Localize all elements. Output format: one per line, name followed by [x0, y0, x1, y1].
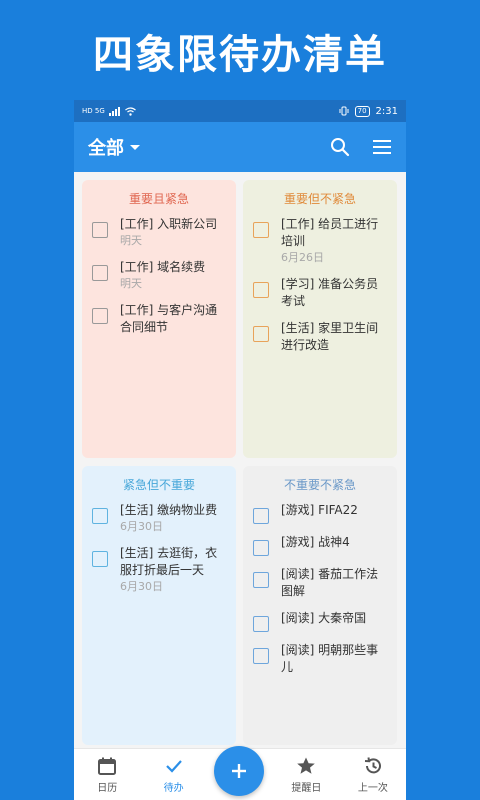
- menu-button[interactable]: [370, 135, 394, 159]
- quadrant-title: 重要但不紧急: [283, 192, 356, 206]
- task-checkbox[interactable]: [253, 326, 269, 342]
- task-checkbox[interactable]: [253, 572, 269, 588]
- nav-label: 日历: [97, 783, 118, 794]
- task-date: 6月26日: [281, 251, 324, 264]
- nav-calendar[interactable]: 日历: [74, 748, 140, 800]
- task-checkbox[interactable]: [253, 508, 269, 524]
- task-item[interactable]: [生活] 缴纳物业费 6月30日: [82, 499, 236, 538]
- task-text: [工作] 入职新公司: [120, 217, 218, 231]
- nav-todo[interactable]: 待办: [140, 748, 206, 800]
- task-checkbox[interactable]: [253, 540, 269, 556]
- filter-label: 全部: [88, 138, 124, 159]
- task-text: [工作] 与客户沟通合同细节: [120, 303, 218, 334]
- vibrate-icon: [339, 106, 349, 116]
- task-date: 6月30日: [120, 580, 163, 593]
- task-item[interactable]: [游戏] 战神4: [243, 531, 397, 559]
- quadrant-important-not-urgent: 重要但不紧急 [工作] 给员工进行培训 6月26日 [学习] 准备公务员考试 [生…: [243, 180, 397, 458]
- task-text: [游戏] FIFA22: [281, 503, 358, 517]
- calendar-icon: [98, 757, 117, 775]
- task-item[interactable]: [工作] 域名续费 明天: [82, 256, 236, 295]
- task-text: [生活] 家里卫生间进行改造: [281, 321, 379, 352]
- task-text: [游戏] 战神4: [281, 535, 350, 549]
- quadrant-urgent-not-important: 紧急但不重要 [生活] 缴纳物业费 6月30日 [生活] 去逛街，衣服打折最后一天…: [82, 466, 236, 745]
- add-task-button[interactable]: [214, 746, 264, 796]
- task-date: 明天: [120, 277, 142, 290]
- search-icon: [331, 138, 350, 157]
- status-bar: HD 5G 70 2:31: [74, 100, 406, 122]
- task-item[interactable]: [阅读] 番茄工作法图解: [243, 563, 397, 603]
- task-text: [阅读] 明朝那些事儿: [281, 643, 379, 674]
- task-text: [阅读] 番茄工作法图解: [281, 567, 379, 598]
- task-date: 6月30日: [120, 520, 163, 533]
- nav-reminder[interactable]: 提醒日: [273, 748, 339, 800]
- quadrant-grid: 重要且紧急 [工作] 入职新公司 明天 [工作] 域名续费 明天 [工作] 与客户沟…: [80, 180, 400, 745]
- battery-level: 70: [354, 105, 370, 117]
- task-text: [生活] 去逛街，衣服打折最后一天: [120, 546, 218, 577]
- task-checkbox[interactable]: [92, 265, 108, 281]
- quadrant-title: 不重要不紧急: [283, 478, 356, 492]
- task-item[interactable]: [工作] 与客户沟通合同细节: [82, 299, 236, 339]
- filter-dropdown[interactable]: 全部: [88, 134, 140, 160]
- caret-down-icon: [130, 144, 140, 150]
- task-item[interactable]: [阅读] 明朝那些事儿: [243, 639, 397, 679]
- check-icon: [165, 760, 182, 773]
- task-item[interactable]: [学习] 准备公务员考试: [243, 273, 397, 313]
- task-text: [工作] 给员工进行培训: [281, 217, 379, 248]
- task-checkbox[interactable]: [253, 616, 269, 632]
- network-indicator: HD 5G: [82, 107, 105, 115]
- task-text: [学习] 准备公务员考试: [281, 277, 379, 308]
- nav-previous[interactable]: 上一次: [340, 748, 406, 800]
- status-left: HD 5G: [82, 106, 136, 116]
- nav-label: 提醒日: [291, 783, 322, 794]
- task-item[interactable]: [游戏] FIFA22: [243, 499, 397, 527]
- quadrant-title: 紧急但不重要: [122, 478, 195, 492]
- search-button[interactable]: [328, 135, 352, 159]
- history-icon: [364, 757, 381, 774]
- task-checkbox[interactable]: [253, 222, 269, 238]
- task-checkbox[interactable]: [253, 282, 269, 298]
- app-bar: 全部: [74, 122, 406, 172]
- quadrant-not-important-not-urgent: 不重要不紧急 [游戏] FIFA22 [游戏] 战神4 [阅读] 番茄工作法图解…: [243, 466, 397, 745]
- plus-icon: [232, 764, 246, 778]
- status-right: 70 2:31: [339, 105, 398, 117]
- task-date: 明天: [120, 234, 142, 247]
- wifi-icon: [124, 106, 136, 116]
- task-item[interactable]: [工作] 给员工进行培训 6月26日: [243, 213, 397, 269]
- task-checkbox[interactable]: [92, 508, 108, 524]
- signal-icon: [108, 106, 120, 116]
- task-text: [工作] 域名续费: [120, 260, 206, 274]
- menu-icon: [373, 140, 391, 154]
- banner-title: 四象限待办清单: [93, 32, 387, 78]
- quadrant-important-urgent: 重要且紧急 [工作] 入职新公司 明天 [工作] 域名续费 明天 [工作] 与客户沟…: [82, 180, 236, 458]
- quadrant-title: 重要且紧急: [128, 192, 189, 206]
- task-item[interactable]: [生活] 家里卫生间进行改造: [243, 317, 397, 357]
- nav-label: 待办: [163, 783, 184, 794]
- task-checkbox[interactable]: [253, 648, 269, 664]
- phone-screen: HD 5G 70 2:31 全部 重要且紧急 [工作] 入职新公司 明天 [工作…: [74, 100, 406, 800]
- clock: 2:31: [375, 105, 398, 117]
- task-text: [阅读] 大秦帝国: [281, 611, 367, 625]
- task-item[interactable]: [生活] 去逛街，衣服打折最后一天 6月30日: [82, 542, 236, 598]
- nav-label: 上一次: [357, 783, 388, 794]
- bottom-nav: 日历 待办 提醒日 上一次: [74, 746, 406, 800]
- task-item[interactable]: [阅读] 大秦帝国: [243, 607, 397, 635]
- task-checkbox[interactable]: [92, 308, 108, 324]
- task-checkbox[interactable]: [92, 222, 108, 238]
- task-checkbox[interactable]: [92, 551, 108, 567]
- task-text: [生活] 缴纳物业费: [120, 503, 218, 517]
- task-item[interactable]: [工作] 入职新公司 明天: [82, 213, 236, 252]
- star-icon: [297, 757, 316, 774]
